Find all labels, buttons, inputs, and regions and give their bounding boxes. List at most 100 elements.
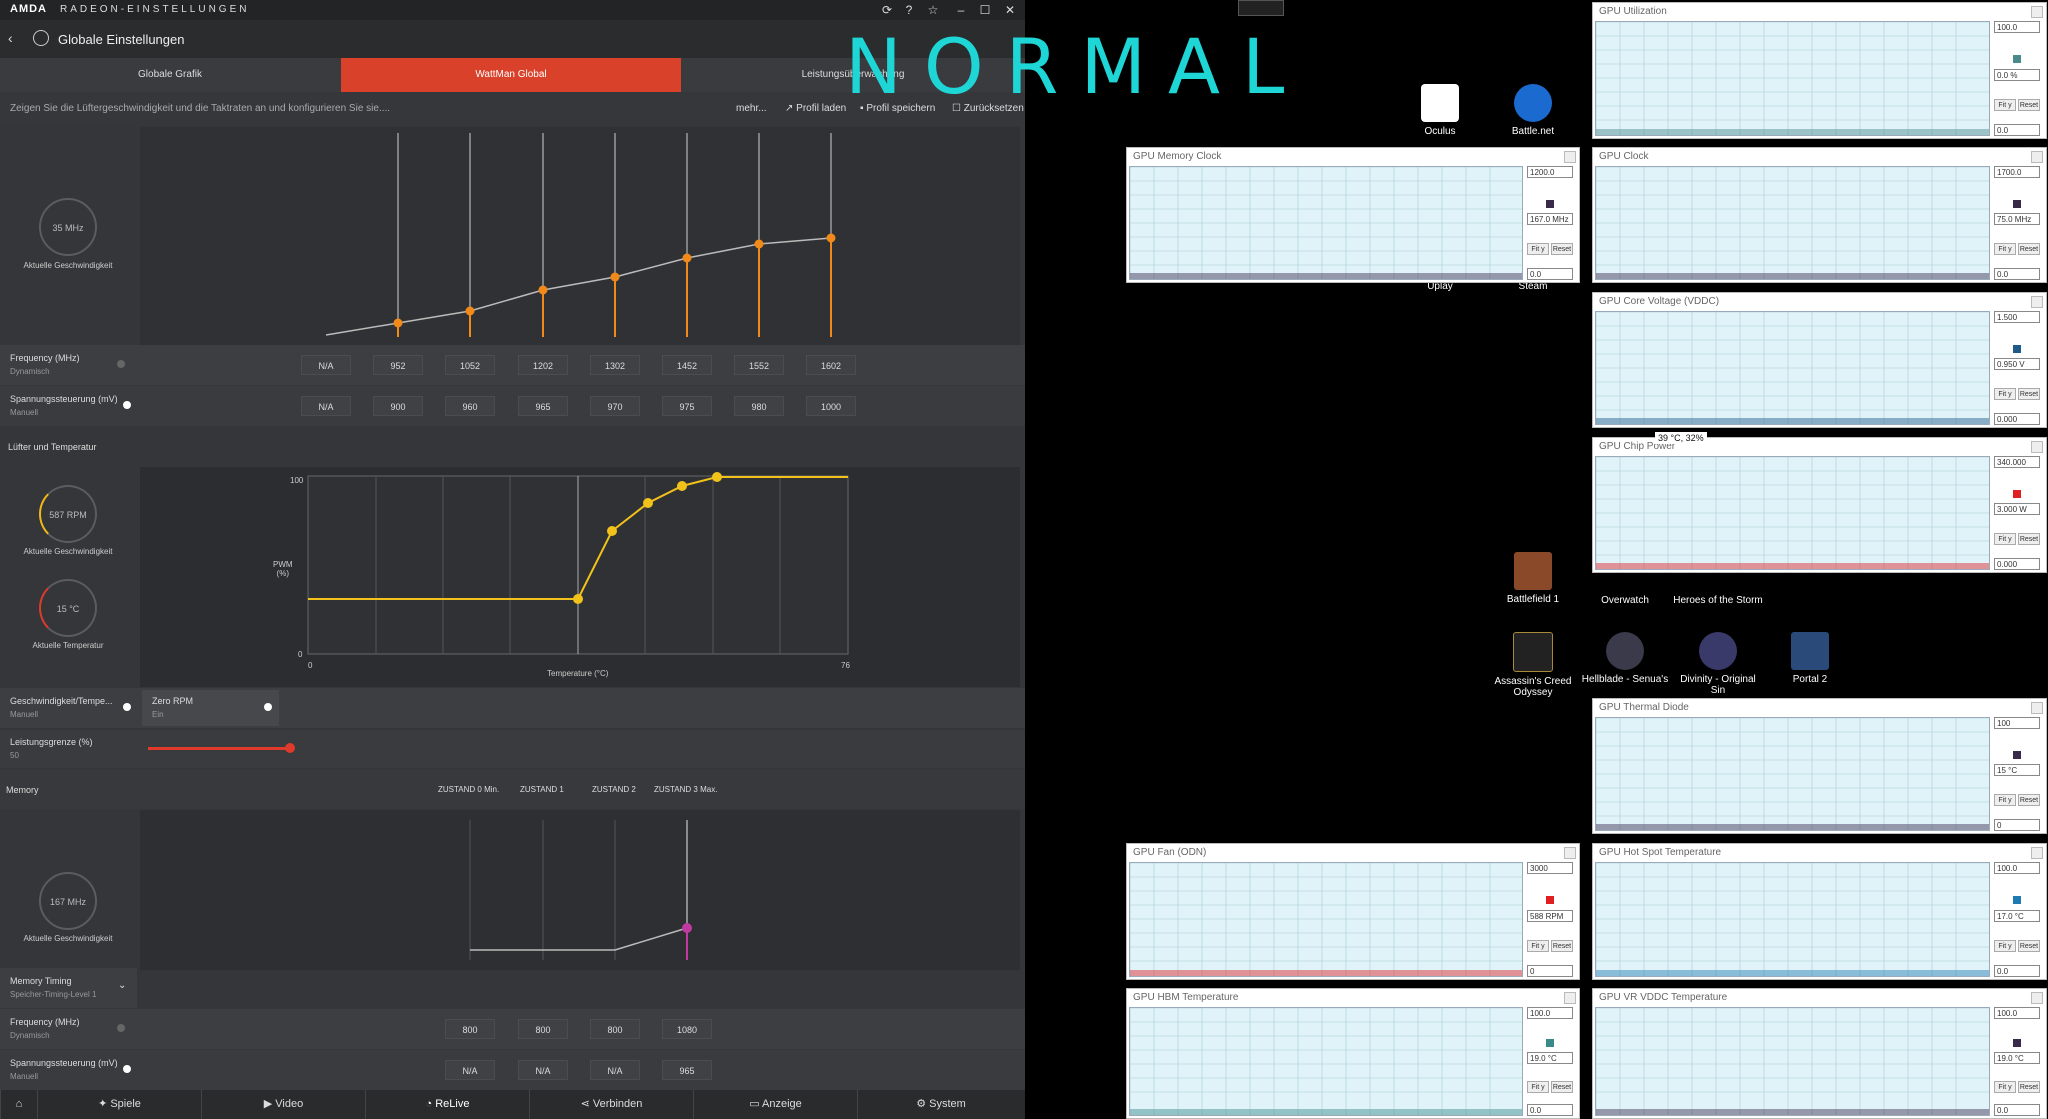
close-icon[interactable]: ✕ [1003,3,1017,17]
mem-voltage-cell[interactable]: N/A [445,1060,495,1080]
mem-frequency-toggle[interactable] [117,1024,125,1032]
reset-button[interactable]: Reset [1551,940,1573,952]
back-arrow-icon[interactable]: ‹ [8,30,13,46]
desktop-icon-assassins-creed[interactable]: Assassin's Creed Odyssey [1488,632,1578,698]
desktop-icon-battlefield[interactable]: Battlefield 1 [1488,552,1578,605]
monitor-max[interactable]: 1200.0 [1527,166,1573,178]
monitor-min[interactable]: 0.0 [1527,268,1573,280]
power-limit-slider-handle[interactable] [285,743,295,753]
monitor-min[interactable]: 0.0 [1994,268,2040,280]
desktop-icon-portal2[interactable]: Portal 2 [1765,632,1855,685]
close-icon[interactable] [2031,992,2043,1004]
gpu-frequency-cell[interactable]: 1452 [662,355,712,375]
desktop-icon-overwatch[interactable]: Overwatch [1580,595,1670,606]
gpu-voltage-cell[interactable]: N/A [301,396,351,416]
home-icon[interactable]: ⌂ [0,1090,37,1119]
nav-connect[interactable]: ⋖ Verbinden [529,1090,693,1119]
load-profile-button[interactable]: ↗ Profil laden [785,103,846,114]
close-icon[interactable] [2031,151,2043,163]
tab-wattman-global[interactable]: WattMan Global [341,58,681,92]
gpu-frequency-cell[interactable]: N/A [301,355,351,375]
window-snap-control[interactable] [1238,0,1284,16]
gpu-voltage-cell[interactable]: 975 [662,396,712,416]
star-icon[interactable]: ☆ [926,3,940,17]
close-icon[interactable] [1564,151,1576,163]
reset-button[interactable]: Reset [2018,99,2040,111]
nav-video[interactable]: ▶ Video [201,1090,365,1119]
mem-voltage-cell[interactable]: N/A [518,1060,568,1080]
desktop-icon-divinity[interactable]: Divinity - Original Sin [1673,632,1763,696]
close-icon[interactable] [1564,992,1576,1004]
mem-frequency-cell[interactable]: 800 [445,1019,495,1039]
reset-button[interactable]: Reset [2018,388,2040,400]
mem-voltage-cell[interactable]: N/A [590,1060,640,1080]
mem-voltage-cell[interactable]: 965 [662,1060,712,1080]
minimize-icon[interactable]: – [954,3,968,17]
desktop-icon-heroes[interactable]: Heroes of the Storm [1673,595,1763,606]
reset-button[interactable]: Reset [2018,243,2040,255]
help-icon[interactable]: ? [902,3,916,17]
gpu-frequency-cell[interactable]: 1202 [518,355,568,375]
mem-frequency-cell[interactable]: 800 [518,1019,568,1039]
nav-relive[interactable]: ◔ ReLive [365,1090,529,1119]
reset-button[interactable]: Reset [2018,794,2040,806]
close-icon[interactable] [2031,441,2043,453]
reset-button[interactable]: Reset [1551,243,1573,255]
gpu-frequency-toggle[interactable] [117,360,125,368]
fit-y-button[interactable]: Fit y [1527,243,1549,255]
gpu-frequency-cell[interactable]: 1302 [590,355,640,375]
tab-global-graphics[interactable]: Globale Grafik [0,58,340,92]
notification-icon[interactable]: ⟳ [880,3,894,17]
reset-button[interactable]: Reset [2018,533,2040,545]
mem-frequency-cell[interactable]: 800 [590,1019,640,1039]
fit-y-button[interactable]: Fit y [1994,940,2016,952]
gpu-frequency-cell[interactable]: 1052 [445,355,495,375]
gpu-frequency-cell[interactable]: 1552 [734,355,784,375]
nav-display[interactable]: ▭ Anzeige [693,1090,857,1119]
monitor-max[interactable]: 3000 [1527,862,1573,874]
close-icon[interactable] [2031,6,2043,18]
close-icon[interactable] [2031,296,2043,308]
fit-y-button[interactable]: Fit y [1994,243,2016,255]
monitor-max[interactable]: 100.0 [1994,862,2040,874]
monitor-min[interactable]: 0 [1994,819,2040,831]
gpu-frequency-cell[interactable]: 1602 [806,355,856,375]
close-icon[interactable] [2031,702,2043,714]
maximize-icon[interactable]: ☐ [978,3,992,17]
desktop-icon-oculus[interactable]: Oculus [1395,84,1485,137]
monitor-min[interactable]: 0.0 [1994,1104,2040,1116]
fit-y-button[interactable]: Fit y [1994,1081,2016,1093]
monitor-min[interactable]: 0.0 [1994,124,2040,136]
monitor-min[interactable]: 0 [1527,965,1573,977]
gpu-voltage-toggle[interactable] [123,401,131,409]
gpu-voltage-cell[interactable]: 965 [518,396,568,416]
monitor-max[interactable]: 100.0 [1527,1007,1573,1019]
desktop-icon-battlenet[interactable]: Battle.net [1488,84,1578,137]
close-icon[interactable] [2031,847,2043,859]
gpu-frequency-cell[interactable]: 952 [373,355,423,375]
desktop-icon-hellblade[interactable]: Hellblade - Senua's [1580,632,1670,685]
speed-temp-toggle[interactable] [123,703,131,711]
fit-y-button[interactable]: Fit y [1527,940,1549,952]
monitor-max[interactable]: 1.500 [1994,311,2040,323]
monitor-min[interactable]: 0.000 [1994,558,2040,570]
monitor-min[interactable]: 0.0 [1527,1104,1573,1116]
close-icon[interactable] [1564,847,1576,859]
reset-button[interactable]: Reset [1551,1081,1573,1093]
reset-button[interactable]: Reset [2018,940,2040,952]
monitor-min[interactable]: 0.000 [1994,413,2040,425]
monitor-max[interactable]: 100.0 [1994,21,2040,33]
monitor-max[interactable]: 100.0 [1994,1007,2040,1019]
gpu-voltage-cell[interactable]: 970 [590,396,640,416]
gpu-voltage-cell[interactable]: 900 [373,396,423,416]
monitor-max[interactable]: 1700.0 [1994,166,2040,178]
monitor-max[interactable]: 100 [1994,717,2040,729]
fit-y-button[interactable]: Fit y [1994,99,2016,111]
reset-button[interactable]: Reset [2018,1081,2040,1093]
more-link[interactable]: mehr... [736,103,767,114]
nav-games[interactable]: ✦ Spiele [37,1090,201,1119]
fit-y-button[interactable]: Fit y [1994,794,2016,806]
monitor-min[interactable]: 0.0 [1994,965,2040,977]
gpu-voltage-cell[interactable]: 980 [734,396,784,416]
zero-rpm-toggle[interactable] [264,703,272,711]
